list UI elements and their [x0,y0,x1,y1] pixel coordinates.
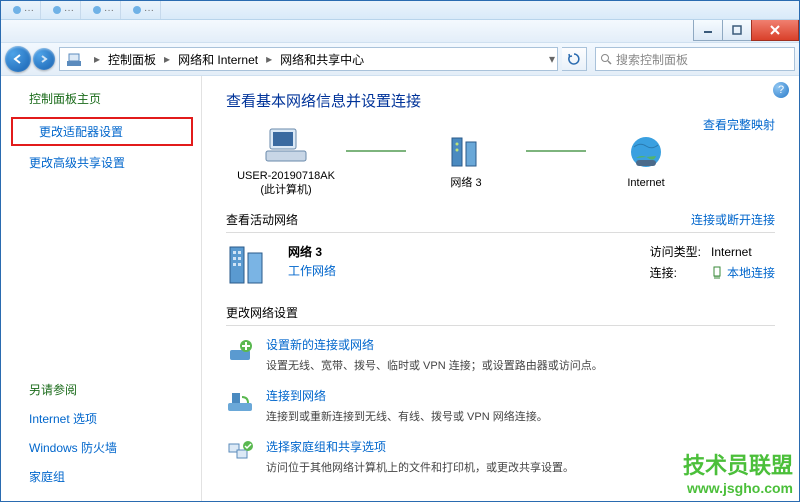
browser-tab[interactable]: ··· [47,1,81,19]
section-title: 更改网络设置 [226,304,298,321]
connection-label: 连接: [650,264,701,281]
map-node-label: 网络 3 [450,176,481,190]
map-node-internet: Internet [586,132,706,190]
setting-title-link[interactable]: 设置新的连接或网络 [266,336,603,353]
title-bar [1,20,799,42]
chevron-right-icon: ▸ [264,52,274,66]
nav-buttons [5,46,55,72]
page-heading: 查看基本网络信息并设置连接 [226,90,775,111]
browser-tab[interactable]: ··· [127,1,161,19]
new-connection-icon [226,336,254,373]
sidebar-home-link[interactable]: 控制面板主页 [1,90,201,115]
setting-homegroup: 选择家庭组和共享选项 访问位于其他网络计算机上的文件和打印机，或更改共享设置。 [226,438,775,475]
network-icon [446,132,486,172]
sidebar-link-adapter-settings[interactable]: 更改适配器设置 [11,117,193,146]
setting-connect-network: 连接到网络 连接到或重新连接到无线、有线、拨号或 VPN 网络连接。 [226,387,775,424]
setting-desc: 设置无线、宽带、拨号、临时或 VPN 连接；或设置路由器或访问点。 [266,357,603,373]
window: ··· ··· ··· ··· [0,0,800,502]
help-icon[interactable]: ? [773,82,789,98]
active-network: 网络 3 工作网络 访问类型: Internet 连接: 本地连接 [226,243,775,290]
settings-header: 更改网络设置 [226,304,775,326]
close-button[interactable] [751,20,799,41]
computer-icon [264,125,308,165]
setting-new-connection: 设置新的连接或网络 设置无线、宽带、拨号、临时或 VPN 连接；或设置路由器或访… [226,336,775,373]
search-placeholder: 搜索控制面板 [616,51,688,68]
ethernet-icon [711,266,723,280]
search-icon [600,53,612,65]
map-node-label: USER-20190718AK (此计算机) [237,169,335,197]
chevron-right-icon: ▸ [162,52,172,66]
content: ? 查看基本网络信息并设置连接 查看完整映射 USER-20190718AK (… [202,76,799,501]
sidebar: 控制面板主页 更改适配器设置 更改高级共享设置 另请参阅 Internet 选项… [1,76,202,501]
map-node-computer: USER-20190718AK (此计算机) [226,125,346,197]
access-type-value: Internet [711,243,775,260]
section-title: 查看活动网络 [226,211,298,228]
browser-tab[interactable]: ··· [87,1,121,19]
breadcrumb-item[interactable]: 控制面板 [102,48,162,70]
setting-desc: 访问位于其他网络计算机上的文件和打印机，或更改共享设置。 [266,459,574,475]
active-network-name: 网络 3 [288,243,468,260]
address-bar[interactable]: ▸ 控制面板 ▸ 网络和 Internet ▸ 网络和共享中心 ▾ [59,47,558,71]
map-node-label: Internet [627,176,664,190]
breadcrumb-item[interactable]: 网络和 Internet [172,48,264,70]
breadcrumb-item[interactable]: 网络和共享中心 [274,48,370,70]
active-network-header: 查看活动网络 连接或断开连接 [226,211,775,233]
setting-desc: 连接到或重新连接到无线、有线、拨号或 VPN 网络连接。 [266,408,548,424]
body: 控制面板主页 更改适配器设置 更改高级共享设置 另请参阅 Internet 选项… [1,76,799,501]
map-node-network: 网络 3 [406,132,526,190]
globe-icon [626,132,666,172]
sidebar-see-also-title: 另请参阅 [1,381,201,404]
map-connector [346,150,406,152]
connect-disconnect-link[interactable]: 连接或断开连接 [691,211,775,228]
active-network-info: 网络 3 工作网络 [288,243,468,279]
search-input[interactable]: 搜索控制面板 [595,47,795,71]
breadcrumb-root-icon[interactable] [60,48,92,70]
back-button[interactable] [5,46,31,72]
network-category-icon [226,243,274,290]
active-network-props: 访问类型: Internet 连接: 本地连接 [650,243,775,281]
sidebar-link-advanced-sharing[interactable]: 更改高级共享设置 [1,148,201,177]
minimize-button[interactable] [693,20,723,41]
maximize-button[interactable] [722,20,752,41]
settings-list: 设置新的连接或网络 设置无线、宽带、拨号、临时或 VPN 连接；或设置路由器或访… [226,336,775,475]
map-connector [526,150,586,152]
connection-link[interactable]: 本地连接 [711,264,775,281]
network-map: USER-20190718AK (此计算机) 网络 3 [226,125,775,197]
refresh-button[interactable] [562,47,587,71]
sidebar-see-also-firewall[interactable]: Windows 防火墙 [1,433,201,462]
browser-tab-strip: ··· ··· ··· ··· [1,1,799,20]
access-type-label: 访问类型: [650,243,701,260]
forward-button[interactable] [33,48,55,70]
homegroup-icon [226,438,254,475]
setting-title-link[interactable]: 选择家庭组和共享选项 [266,438,574,455]
chevron-right-icon: ▸ [92,52,102,66]
sidebar-see-also-homegroup[interactable]: 家庭组 [1,462,201,491]
setting-title-link[interactable]: 连接到网络 [266,387,548,404]
chevron-down-icon[interactable]: ▾ [547,52,557,66]
connect-network-icon [226,387,254,424]
active-network-type-link[interactable]: 工作网络 [288,262,468,279]
nav-bar: ▸ 控制面板 ▸ 网络和 Internet ▸ 网络和共享中心 ▾ 搜索控制面板 [1,42,799,76]
window-buttons [694,20,799,40]
browser-tab[interactable]: ··· [7,1,41,19]
view-full-map-link[interactable]: 查看完整映射 [703,116,775,133]
sidebar-see-also-internet-options[interactable]: Internet 选项 [1,404,201,433]
